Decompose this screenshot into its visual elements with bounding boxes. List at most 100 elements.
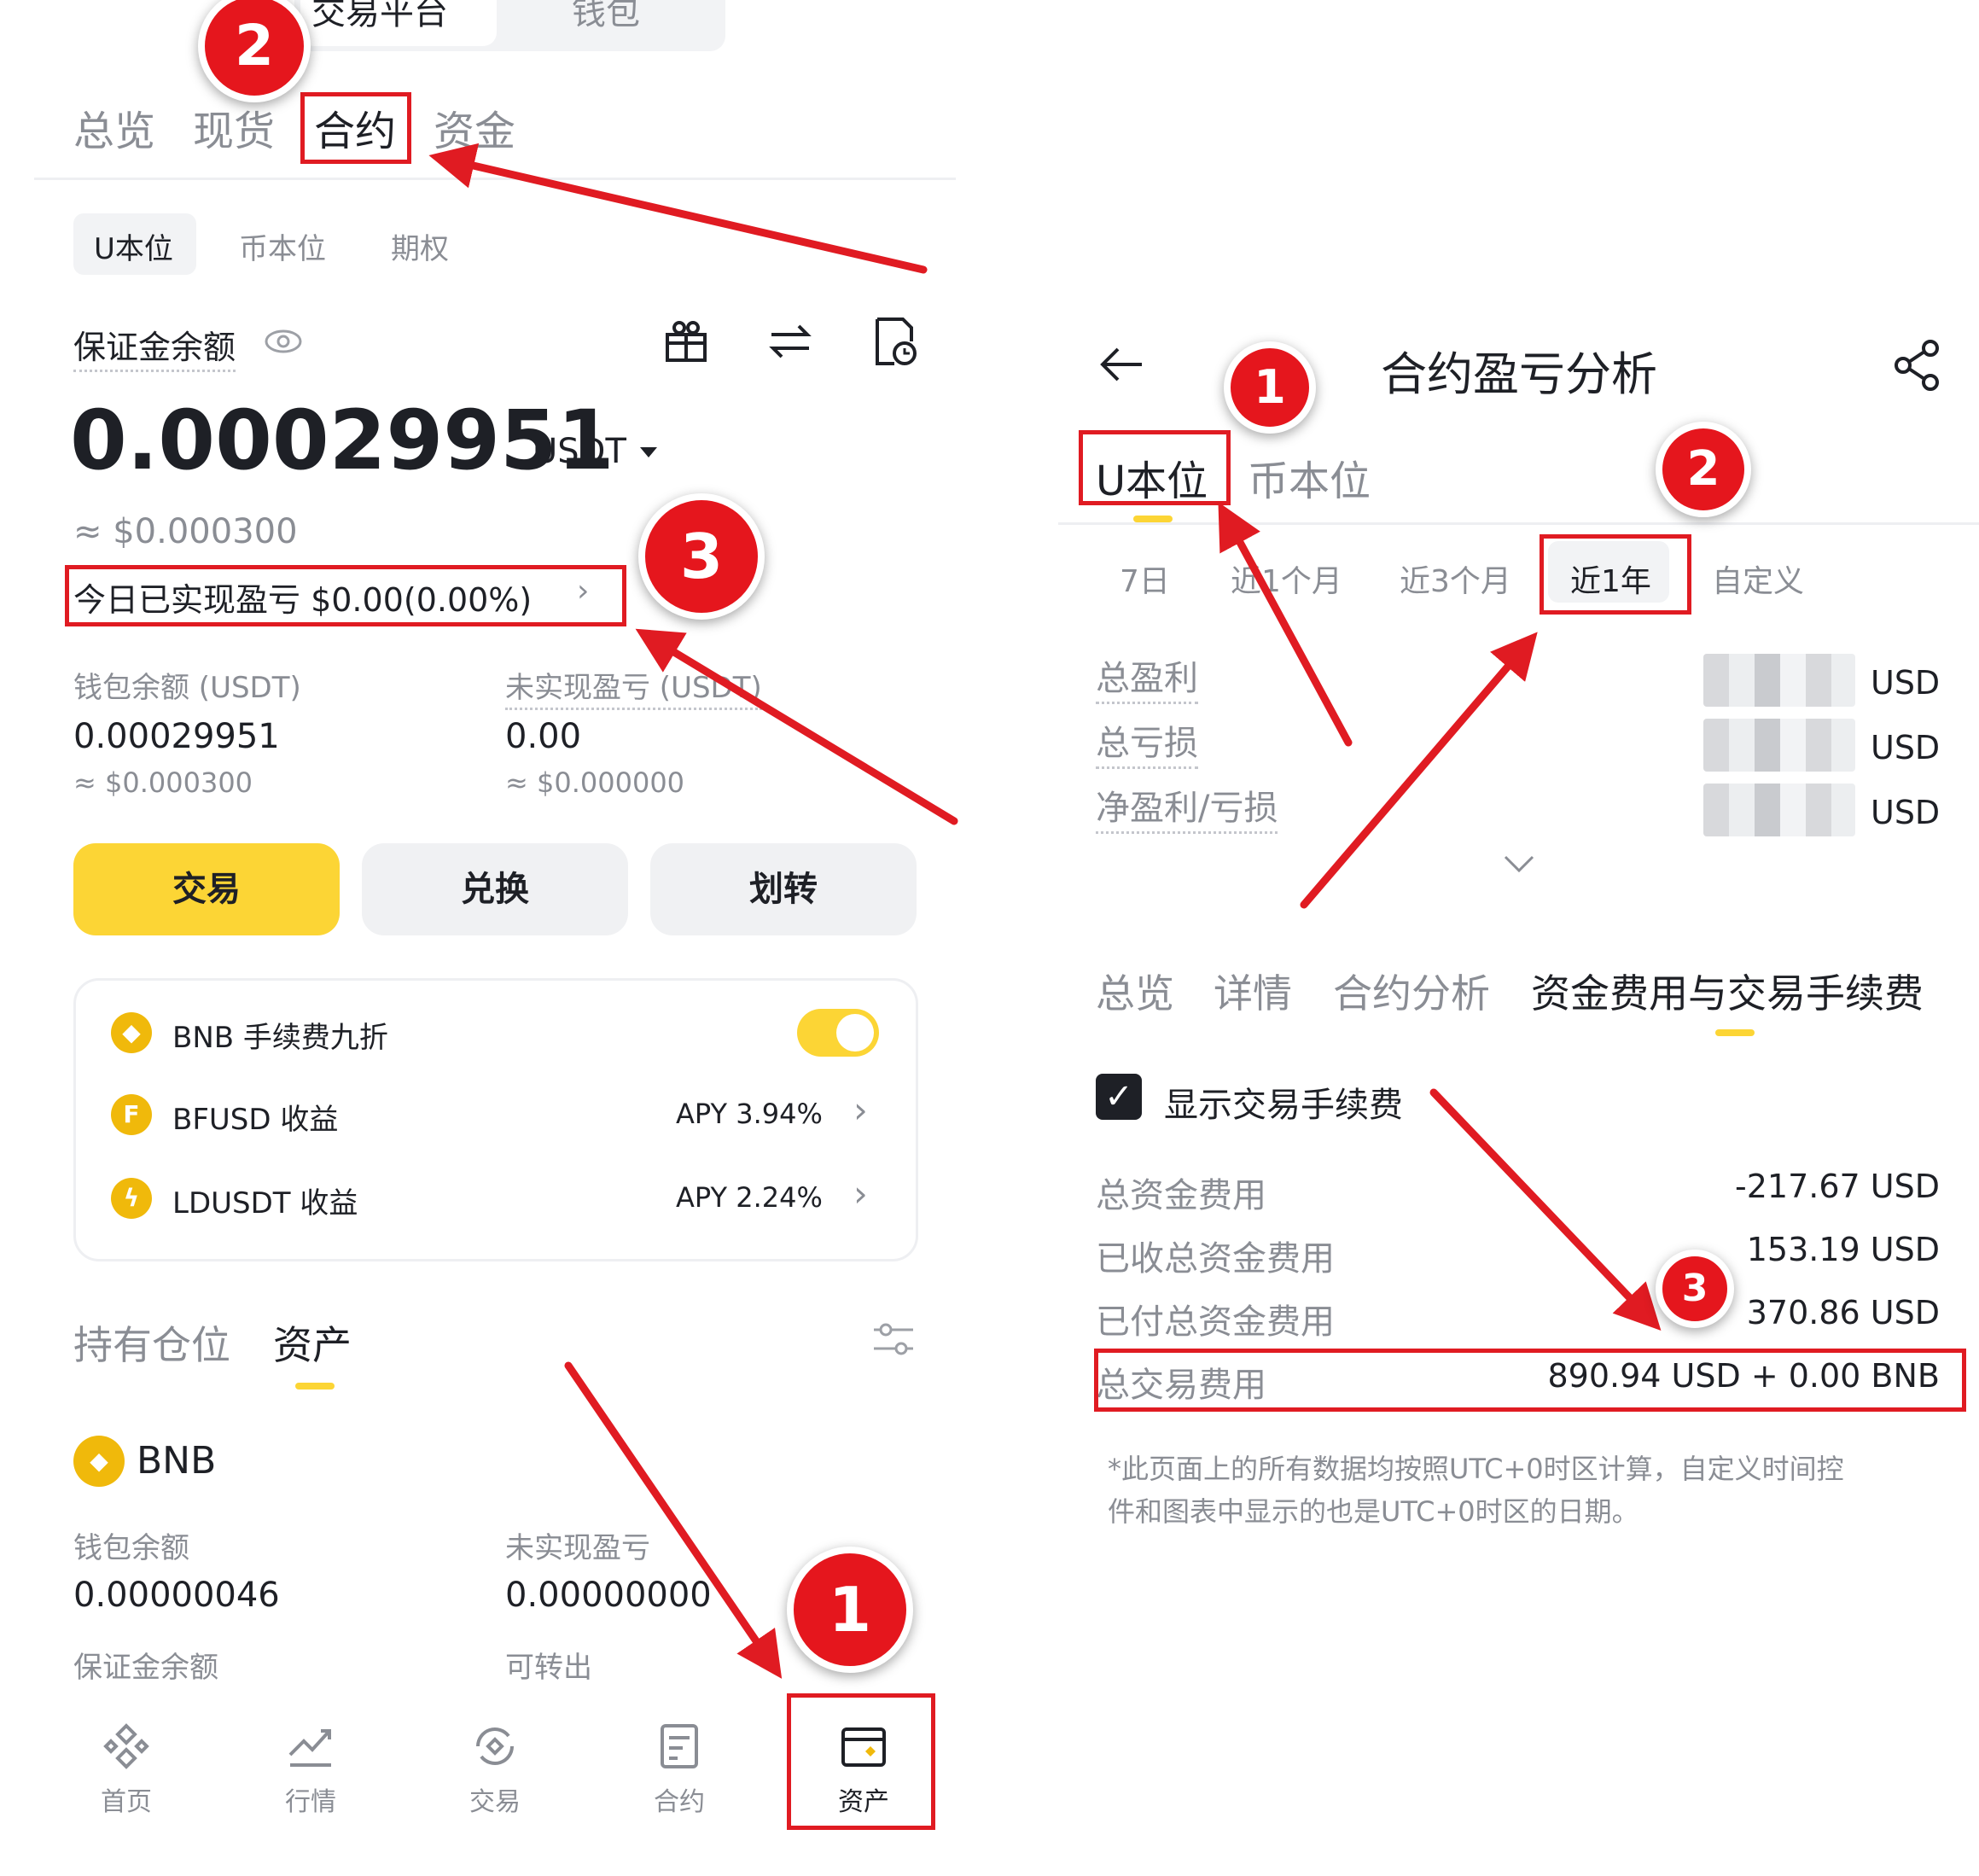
net-pnl-label: 净盈利/亏损 bbox=[1096, 780, 1278, 834]
show-fee-checkbox[interactable]: ✓ bbox=[1096, 1074, 1142, 1120]
step-badge: 3 bbox=[1656, 1250, 1734, 1328]
chart-icon bbox=[288, 1729, 331, 1767]
gift-icon[interactable] bbox=[662, 318, 710, 369]
highlight-box-total-trading-fee bbox=[1094, 1349, 1966, 1412]
unrealized-pnl-label: 未实现盈亏 (USDT) bbox=[505, 664, 762, 710]
fee-row-value: 370.86 USD bbox=[1746, 1294, 1940, 1331]
asset-name: BNB bbox=[137, 1439, 217, 1483]
section-tab-fees[interactable]: 资金费用与交易手续费 bbox=[1531, 963, 1924, 1019]
highlight-box-futures-tab bbox=[300, 92, 411, 164]
share-icon[interactable] bbox=[1891, 338, 1942, 396]
nav-futures-label: 合约 bbox=[654, 1787, 705, 1817]
total-profit-unit: USD bbox=[1871, 664, 1941, 702]
asset-margin-label: 保证金余额 bbox=[73, 1651, 218, 1685]
tab-coinm[interactable]: 币本位 bbox=[1248, 447, 1371, 507]
tab-exchange[interactable]: 交易平台 bbox=[311, 0, 448, 34]
footnote-line2: 件和图表中显示的也是UTC+0时区的日期。 bbox=[1108, 1495, 1639, 1528]
step-badge: 2 bbox=[1656, 422, 1751, 517]
caret-down-icon[interactable] bbox=[638, 446, 659, 463]
section-tab-overview[interactable]: 总览 bbox=[1096, 963, 1174, 1019]
bfusd-label[interactable]: BFUSD 收益 bbox=[172, 1096, 338, 1138]
unrealized-pnl-value: 0.00 bbox=[505, 717, 582, 756]
chevron-right-icon[interactable]: › bbox=[853, 1173, 868, 1215]
highlight-box-assets-nav bbox=[787, 1693, 935, 1830]
step-badge: 1 bbox=[787, 1547, 913, 1673]
wallet-balance-value: 0.00029951 bbox=[73, 717, 280, 756]
history-icon[interactable] bbox=[870, 316, 918, 370]
tab-usdm-indicator bbox=[1133, 516, 1173, 522]
wallet-balance-usd: ≈ $0.000300 bbox=[73, 766, 253, 799]
nav-futures[interactable]: 合约 bbox=[620, 1721, 739, 1818]
nav-home[interactable]: 首页 bbox=[67, 1721, 186, 1818]
bnb-coin-icon: ◆ bbox=[111, 1012, 152, 1053]
tab-funding[interactable]: 资金 bbox=[434, 97, 515, 157]
period-3m[interactable]: 近3个月 bbox=[1400, 556, 1511, 601]
step-badge: 3 bbox=[638, 493, 765, 620]
bnb-asset-icon: ◆ bbox=[73, 1436, 125, 1487]
right-tabs-divider bbox=[1058, 522, 1979, 525]
tab-spot[interactable]: 现货 bbox=[193, 97, 275, 157]
period-7d[interactable]: 7日 bbox=[1120, 556, 1170, 601]
chevron-right-icon[interactable]: › bbox=[853, 1089, 868, 1131]
tabs-divider bbox=[34, 178, 956, 180]
blurred-value bbox=[1703, 654, 1855, 707]
fee-row-label: 已付总资金费用 bbox=[1096, 1302, 1335, 1342]
period-custom[interactable]: 自定义 bbox=[1712, 556, 1804, 601]
net-pnl-unit: USD bbox=[1871, 794, 1941, 831]
section-tab-analysis[interactable]: 合约分析 bbox=[1333, 963, 1490, 1019]
fee-row-value: -217.67 USD bbox=[1735, 1168, 1940, 1205]
bnb-fee-label: BNB 手续费九折 bbox=[172, 1021, 388, 1055]
nav-markets-label: 行情 bbox=[285, 1787, 336, 1817]
highlight-box-today-pnl bbox=[65, 565, 626, 626]
tab-assets[interactable]: 资产 bbox=[273, 1314, 352, 1371]
bfusd-coin-icon: F bbox=[111, 1094, 152, 1135]
annotation-arrows bbox=[428, 143, 1662, 1679]
trade-icon bbox=[476, 1727, 514, 1765]
subtab-usdm[interactable]: U本位 bbox=[94, 225, 173, 267]
transfer-button[interactable]: 划转 bbox=[650, 843, 917, 935]
tab-positions[interactable]: 持有仓位 bbox=[73, 1314, 230, 1371]
tab-wallet[interactable]: 钱包 bbox=[572, 0, 640, 34]
back-arrow-icon[interactable] bbox=[1096, 335, 1147, 398]
total-loss-label: 总亏损 bbox=[1096, 715, 1198, 769]
balance-unit[interactable]: USDT bbox=[533, 432, 626, 471]
asset-unrealized-value: 0.00000000 bbox=[505, 1576, 712, 1615]
transfer-icon[interactable] bbox=[766, 321, 814, 365]
home-icon bbox=[103, 1723, 149, 1769]
eye-icon[interactable] bbox=[263, 324, 304, 362]
nav-markets[interactable]: 行情 bbox=[251, 1721, 370, 1818]
subtab-options[interactable]: 期权 bbox=[391, 225, 449, 267]
highlight-box-1y-period bbox=[1540, 534, 1691, 615]
step-badge: 1 bbox=[1224, 341, 1316, 434]
total-profit-label: 总盈利 bbox=[1096, 650, 1198, 704]
step-badge: 2 bbox=[198, 0, 311, 102]
document-icon bbox=[661, 1724, 698, 1768]
tab-assets-indicator bbox=[295, 1383, 335, 1390]
convert-button[interactable]: 兑换 bbox=[362, 843, 628, 935]
wallet-balance-label: 钱包余额 (USDT) bbox=[73, 671, 301, 705]
filter-icon[interactable] bbox=[872, 1320, 915, 1362]
period-1m[interactable]: 近1个月 bbox=[1231, 556, 1342, 601]
ldusdt-label[interactable]: LDUSDT 收益 bbox=[172, 1180, 358, 1221]
nav-trade[interactable]: 交易 bbox=[435, 1721, 555, 1818]
subtab-coinm[interactable]: 币本位 bbox=[239, 225, 326, 267]
section-tab-details[interactable]: 详情 bbox=[1214, 963, 1292, 1019]
fee-row-value: 153.19 USD bbox=[1746, 1231, 1940, 1268]
blurred-value bbox=[1703, 784, 1855, 836]
ldusdt-coin-icon: ϟ bbox=[111, 1178, 152, 1219]
chevron-down-icon[interactable] bbox=[1504, 854, 1534, 877]
trade-button[interactable]: 交易 bbox=[73, 843, 340, 935]
asset-transferable-label: 可转出 bbox=[505, 1651, 592, 1685]
highlight-box-usdm-tab bbox=[1079, 430, 1231, 505]
nav-trade-label: 交易 bbox=[469, 1787, 521, 1817]
balance-usd: ≈ $0.000300 bbox=[73, 512, 298, 551]
tab-overview[interactable]: 总览 bbox=[73, 97, 155, 157]
footnote-line1: *此页面上的所有数据均按照UTC+0时区计算，自定义时间控 bbox=[1108, 1453, 1844, 1485]
show-fee-label: 显示交易手续费 bbox=[1164, 1086, 1403, 1125]
section-tab-indicator bbox=[1715, 1029, 1755, 1036]
asset-wallet-value: 0.00000046 bbox=[73, 1576, 280, 1615]
unrealized-pnl-usd: ≈ $0.000000 bbox=[505, 766, 685, 799]
total-loss-unit: USD bbox=[1871, 729, 1941, 766]
fee-row-label: 总资金费用 bbox=[1096, 1176, 1266, 1215]
bnb-fee-toggle[interactable] bbox=[797, 1009, 879, 1057]
